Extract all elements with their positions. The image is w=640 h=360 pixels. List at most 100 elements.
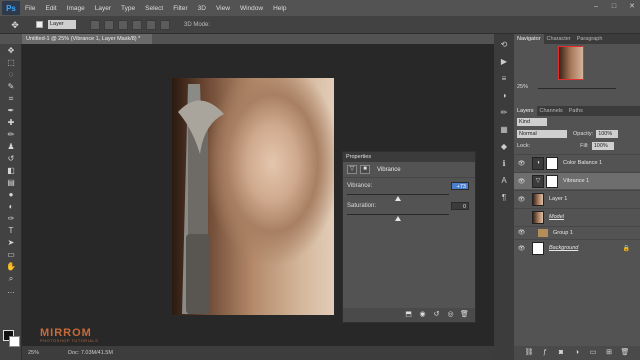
dodge-tool-icon[interactable]: ◐: [4, 201, 18, 212]
zoom-level[interactable]: 25%: [28, 350, 58, 356]
minimize-button[interactable]: –: [592, 3, 600, 11]
eyedropper-icon[interactable]: ✒: [4, 105, 18, 116]
swatches-icon[interactable]: ▦: [498, 124, 510, 136]
navigator-preview[interactable]: [558, 46, 584, 80]
new-layer-icon[interactable]: ⊞: [605, 349, 614, 357]
tab-channels[interactable]: Channels: [537, 106, 566, 116]
blend-mode-select[interactable]: Normal: [517, 130, 567, 138]
tab-paths[interactable]: Paths: [566, 106, 586, 116]
document-info[interactable]: Doc: 7.03M/41.5M: [68, 350, 113, 356]
maximize-button[interactable]: □: [610, 3, 618, 11]
marquee-tool-icon[interactable]: ⬚: [4, 57, 18, 68]
layer-style-icon[interactable]: ƒ: [541, 349, 550, 357]
new-adjustment-icon[interactable]: ◑: [573, 349, 582, 357]
path-select-icon[interactable]: ➤: [4, 237, 18, 248]
clone-stamp-icon[interactable]: ♟: [4, 141, 18, 152]
menu-layer[interactable]: Layer: [90, 5, 116, 12]
auto-select-dropdown[interactable]: Layer: [48, 20, 76, 29]
menu-view[interactable]: View: [211, 5, 235, 12]
vibrance-slider[interactable]: [347, 194, 449, 195]
clip-to-layer-icon[interactable]: ⬒: [404, 311, 413, 319]
new-group-icon[interactable]: ▭: [589, 349, 598, 357]
add-mask-icon[interactable]: ◙: [557, 349, 566, 357]
visibility-icon[interactable]: ◎: [446, 311, 455, 319]
layer-group-1[interactable]: 👁 Group 1: [514, 226, 640, 238]
view-previous-icon[interactable]: ◉: [418, 311, 427, 319]
crop-tool-icon[interactable]: ⌗: [4, 93, 18, 104]
layer-1[interactable]: 👁 Layer 1: [514, 190, 640, 207]
layer-vibrance[interactable]: 👁 ▽ Vibrance 1: [514, 172, 640, 189]
layer-model[interactable]: Model: [514, 208, 640, 225]
move-tool-icon[interactable]: ✥: [8, 19, 22, 31]
align-right-icon[interactable]: [160, 19, 170, 30]
pen-tool-icon[interactable]: ✑: [4, 213, 18, 224]
navigator-zoom-slider[interactable]: [538, 88, 616, 89]
blur-tool-icon[interactable]: ●: [4, 189, 18, 200]
filter-kind-select[interactable]: Kind: [517, 118, 547, 126]
layer-background[interactable]: 👁 Background 🔒: [514, 239, 640, 256]
close-button[interactable]: ✕: [628, 3, 636, 11]
styles-icon[interactable]: ◆: [498, 141, 510, 153]
paragraph-icon[interactable]: ¶: [498, 192, 510, 204]
saturation-slider[interactable]: [347, 214, 449, 215]
align-bottom-icon[interactable]: [118, 19, 128, 30]
align-top-icon[interactable]: [90, 19, 100, 30]
tab-layers[interactable]: Layers: [514, 106, 537, 116]
hand-tool-icon[interactable]: ✋: [4, 261, 18, 272]
color-swatches[interactable]: [3, 330, 21, 348]
shape-tool-icon[interactable]: ▭: [4, 249, 18, 260]
tab-character[interactable]: Character: [544, 34, 574, 44]
tab-navigator[interactable]: Navigator: [514, 34, 544, 44]
zoom-tool-icon[interactable]: ⌕: [4, 273, 18, 284]
reset-icon[interactable]: ↺: [432, 311, 441, 319]
lasso-tool-icon[interactable]: ◌: [4, 69, 18, 80]
gradient-tool-icon[interactable]: ▤: [4, 177, 18, 188]
menu-image[interactable]: Image: [62, 5, 90, 12]
menu-file[interactable]: File: [20, 5, 40, 12]
saturation-slider-thumb[interactable]: [395, 216, 401, 221]
saturation-input[interactable]: 0: [451, 202, 469, 210]
vibrance-input[interactable]: +73: [451, 182, 469, 190]
layer-color-balance[interactable]: 👁 ◑ Color Balance 1: [514, 154, 640, 171]
history-icon[interactable]: ⟲: [498, 39, 510, 51]
menu-help[interactable]: Help: [268, 5, 291, 12]
align-center-icon[interactable]: [146, 19, 156, 30]
tab-paragraph[interactable]: Paragraph: [574, 34, 606, 44]
history-brush-icon[interactable]: ↺: [4, 153, 18, 164]
layer-mask-thumb[interactable]: [546, 156, 558, 170]
eye-icon[interactable]: 👁: [517, 196, 526, 203]
menu-edit[interactable]: Edit: [40, 5, 61, 12]
brush-tool-icon[interactable]: ✏: [4, 129, 18, 140]
more-tools-icon[interactable]: …: [4, 285, 18, 296]
properties-icon[interactable]: ≡: [498, 73, 510, 85]
mask-icon[interactable]: ■: [360, 165, 370, 174]
align-left-icon[interactable]: [132, 19, 142, 30]
menu-filter[interactable]: Filter: [168, 5, 192, 12]
move-tool-icon[interactable]: ✥: [4, 45, 18, 56]
background-color[interactable]: [9, 336, 20, 347]
layer-mask-thumb[interactable]: [546, 174, 558, 188]
align-middle-icon[interactable]: [104, 19, 114, 30]
navigator-zoom[interactable]: 25%: [517, 84, 528, 90]
delete-layer-icon[interactable]: 🗑: [621, 349, 630, 357]
delete-icon[interactable]: 🗑: [460, 311, 469, 319]
menu-window[interactable]: Window: [235, 5, 268, 12]
link-layers-icon[interactable]: ⛓: [525, 349, 534, 357]
info-icon[interactable]: ℹ: [498, 158, 510, 170]
opacity-input[interactable]: 100%: [596, 130, 619, 138]
type-tool-icon[interactable]: T: [4, 225, 18, 236]
eye-icon[interactable]: 👁: [517, 178, 526, 185]
eye-icon[interactable]: 👁: [517, 160, 526, 167]
auto-select-checkbox[interactable]: [36, 21, 43, 28]
eye-icon[interactable]: 👁: [517, 245, 526, 252]
menu-select[interactable]: Select: [140, 5, 168, 12]
actions-icon[interactable]: ▶: [498, 56, 510, 68]
fill-input[interactable]: 100%: [591, 142, 614, 150]
adjustments-icon[interactable]: ◑: [498, 90, 510, 102]
document-tab[interactable]: Untitled-1 @ 25% (Vibrance 1, Layer Mask…: [22, 34, 152, 44]
menu-type[interactable]: Type: [116, 5, 140, 12]
brush-presets-icon[interactable]: ✏: [498, 107, 510, 119]
healing-brush-icon[interactable]: ✚: [4, 117, 18, 128]
character-icon[interactable]: A: [498, 175, 510, 187]
quick-select-icon[interactable]: ✎: [4, 81, 18, 92]
